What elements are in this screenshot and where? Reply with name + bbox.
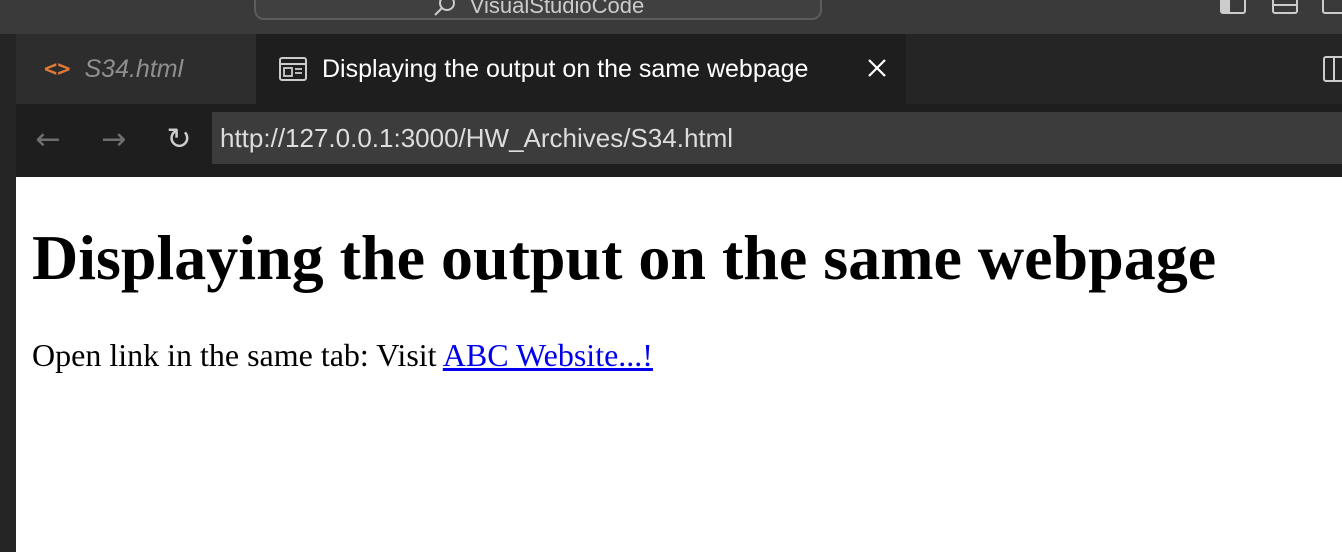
sidebar-edge [0, 34, 16, 552]
tab-label: S34.html [84, 54, 184, 83]
close-icon[interactable] [864, 55, 890, 81]
abc-website-link[interactable]: ABC Website...! [443, 337, 653, 373]
back-arrow-icon[interactable]: ← [30, 122, 66, 158]
code-icon: <> [44, 56, 71, 82]
reload-icon[interactable]: ↻ [161, 122, 197, 158]
url-input[interactable] [212, 112, 1342, 164]
toggle-sidebar-icon[interactable] [1220, 0, 1246, 14]
command-center[interactable]: VisualStudioCode [254, 0, 822, 20]
tab-label: Displaying the output on the same webpag… [322, 54, 809, 83]
page-viewport: Displaying the output on the same webpag… [16, 177, 1342, 552]
preview-icon [279, 57, 307, 81]
browser-nav-bar: ← → ↻ [16, 104, 1342, 177]
paragraph-text: Open link in the same tab: Visit [32, 337, 443, 373]
page-heading: Displaying the output on the same webpag… [32, 222, 1217, 293]
split-editor-icon[interactable] [1322, 55, 1342, 83]
command-center-label: VisualStudioCode [469, 0, 645, 18]
search-icon [434, 0, 455, 16]
tab-preview[interactable]: Displaying the output on the same webpag… [256, 34, 906, 104]
tab-s34-html[interactable]: <> S34.html [16, 34, 256, 104]
toggle-secondary-sidebar-icon[interactable] [1322, 0, 1342, 14]
page-paragraph: Open link in the same tab: Visit ABC Web… [32, 337, 653, 374]
forward-arrow-icon[interactable]: → [96, 122, 132, 158]
title-bar: VisualStudioCode [0, 0, 1342, 34]
toggle-panel-icon[interactable] [1272, 0, 1298, 14]
editor-tab-bar: <> S34.html Displaying the output on the… [16, 34, 1342, 104]
